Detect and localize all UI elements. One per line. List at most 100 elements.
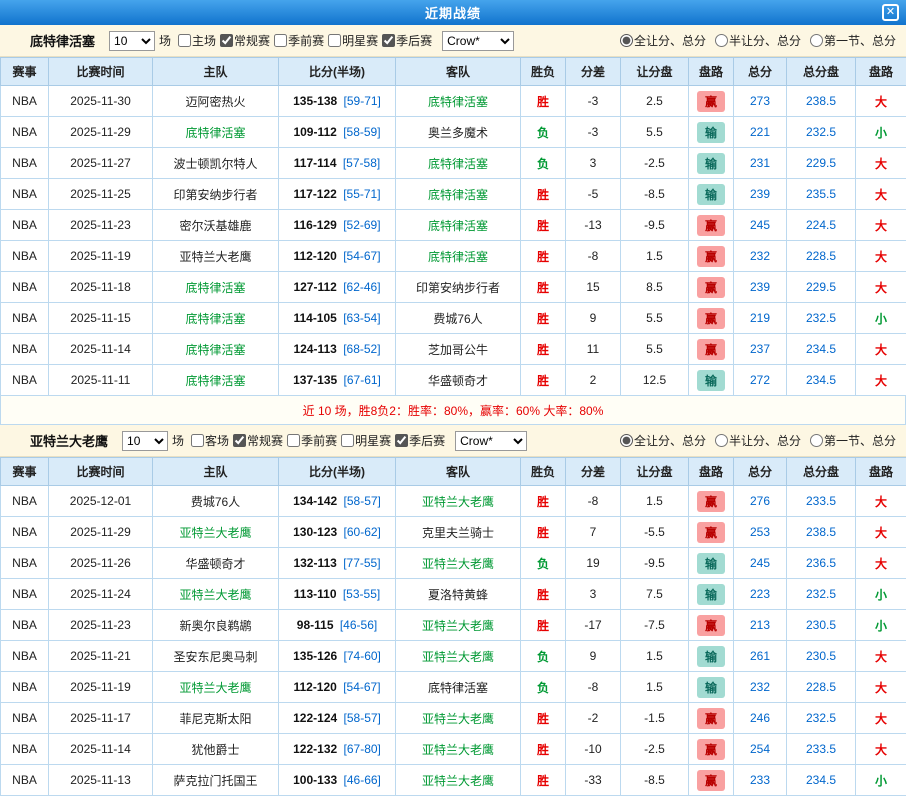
point-diff-cell: 3 [566, 579, 621, 610]
radio-option-0[interactable]: 全让分、总分 [620, 432, 706, 449]
radio-option-2[interactable]: 第一节、总分 [810, 432, 896, 449]
away-team-cell: 克里夫兰骑士 [396, 517, 521, 548]
total-line-cell: 224.5 [787, 210, 856, 241]
column-header: 客队 [396, 58, 521, 86]
filter-checkbox-1[interactable]: 常规赛 [220, 32, 270, 49]
stat-scope-radio-group: 全让分、总分半让分、总分第一节、总分 [620, 432, 896, 449]
home-team-cell: 亚特兰大老鹰 [153, 241, 279, 272]
point-diff-cell: -10 [566, 734, 621, 765]
point-diff-cell: 15 [566, 272, 621, 303]
filter-checkbox-0[interactable]: 客场 [191, 432, 229, 449]
filter-bar: 亚特兰大老鹰 10场客场常规赛季前赛明星赛季后赛 Crow* 全让分、总分半让分、总分… [0, 425, 906, 457]
game-row: NBA2025-11-15底特律活塞114-105 [63-54]费城76人胜9… [1, 303, 906, 334]
point-diff-cell: 7 [566, 517, 621, 548]
checkbox-input[interactable] [395, 434, 408, 447]
games-count-select[interactable]: 10 [109, 31, 155, 51]
date-cell: 2025-11-19 [49, 672, 153, 703]
date-cell: 2025-11-18 [49, 272, 153, 303]
over-under-cell: 小 [856, 610, 906, 641]
away-team-cell: 亚特兰大老鹰 [396, 734, 521, 765]
game-row: NBA2025-11-13萨克拉门托国王100-133 [46-66]亚特兰大老… [1, 765, 906, 796]
checkbox-label: 主场 [192, 32, 216, 49]
league-cell: NBA [1, 334, 49, 365]
radio-option-1[interactable]: 半让分、总分 [715, 32, 801, 49]
total-line-cell: 238.5 [787, 517, 856, 548]
final-score: 117-114 [294, 156, 337, 170]
checkbox-input[interactable] [233, 434, 246, 447]
radio-option-2[interactable]: 第一节、总分 [810, 32, 896, 49]
final-score: 98-115 [297, 618, 334, 632]
over-under-cell: 大 [856, 517, 906, 548]
filter-checkbox-3[interactable]: 明星赛 [328, 32, 378, 49]
final-score: 114-105 [293, 311, 336, 325]
game-row: NBA2025-11-23密尔沃基雄鹿116-129 [52-69]底特律活塞胜… [1, 210, 906, 241]
checkbox-input[interactable] [220, 34, 233, 47]
radio-input[interactable] [620, 434, 633, 447]
filter-checkbox-0[interactable]: 主场 [178, 32, 216, 49]
checkbox-input[interactable] [382, 34, 395, 47]
radio-input[interactable] [715, 434, 728, 447]
total-points-cell: 213 [734, 610, 787, 641]
games-count-select[interactable]: 10 [122, 431, 168, 451]
league-cell: NBA [1, 579, 49, 610]
over-under-cell: 大 [856, 272, 906, 303]
checkbox-input[interactable] [341, 434, 354, 447]
checkbox-input[interactable] [178, 34, 191, 47]
radio-label: 第一节、总分 [824, 32, 896, 49]
radio-input[interactable] [810, 434, 823, 447]
over-under-cell: 大 [856, 179, 906, 210]
filter-checkbox-2[interactable]: 季前赛 [274, 32, 324, 49]
radio-input[interactable] [810, 34, 823, 47]
sections-container: 底特律活塞10场主场常规赛季前赛明星赛季后赛Crow*全让分、总分半让分、总分第… [0, 25, 906, 796]
win-loss-cell: 胜 [521, 303, 566, 334]
handicap-result-badge: 输 [697, 677, 725, 698]
half-score: [68-52] [343, 342, 380, 356]
point-diff-cell: -3 [566, 117, 621, 148]
odds-company-select[interactable]: Crow* [455, 431, 527, 451]
home-team-cell: 萨克拉门托国王 [153, 765, 279, 796]
game-row: NBA2025-11-19亚特兰大老鹰112-120 [54-67]底特律活塞胜… [1, 241, 906, 272]
final-score: 127-112 [293, 280, 336, 294]
final-score: 135-138 [293, 94, 337, 108]
league-cell: NBA [1, 365, 49, 396]
filter-checkbox-1[interactable]: 常规赛 [233, 432, 283, 449]
total-line-cell: 229.5 [787, 148, 856, 179]
filter-checkbox-2[interactable]: 季前赛 [287, 432, 337, 449]
checkbox-input[interactable] [191, 434, 204, 447]
radio-input[interactable] [715, 34, 728, 47]
filter-checkbox-4[interactable]: 季后赛 [395, 432, 445, 449]
games-suffix-label: 场 [172, 432, 184, 449]
game-row: NBA2025-11-14犹他爵士122-132 [67-80]亚特兰大老鹰胜-… [1, 734, 906, 765]
half-score: [46-66] [344, 773, 381, 787]
checkbox-input[interactable] [274, 34, 287, 47]
team-name: 亚特兰大老鹰 [30, 431, 108, 450]
final-score: 134-142 [293, 494, 337, 508]
away-team-cell: 芝加哥公牛 [396, 334, 521, 365]
checkbox-input[interactable] [328, 34, 341, 47]
over-under-cell: 大 [856, 734, 906, 765]
away-team-cell: 亚特兰大老鹰 [396, 548, 521, 579]
radio-option-1[interactable]: 半让分、总分 [715, 432, 801, 449]
total-points-cell: 231 [734, 148, 787, 179]
close-icon[interactable]: ✕ [882, 4, 899, 21]
filter-checkbox-3[interactable]: 明星赛 [341, 432, 391, 449]
point-diff-cell: 2 [566, 365, 621, 396]
checkbox-label: 季后赛 [396, 32, 432, 49]
total-points-cell: 237 [734, 334, 787, 365]
final-score: 124-113 [293, 342, 336, 356]
radio-option-0[interactable]: 全让分、总分 [620, 32, 706, 49]
score-cell: 117-114 [57-58] [279, 148, 396, 179]
radio-input[interactable] [620, 34, 633, 47]
game-row: NBA2025-11-14底特律活塞124-113 [68-52]芝加哥公牛胜1… [1, 334, 906, 365]
handicap-result-cell: 输 [689, 641, 734, 672]
total-line-cell: 230.5 [787, 610, 856, 641]
column-header: 比赛时间 [49, 458, 153, 486]
filter-checkbox-4[interactable]: 季后赛 [382, 32, 432, 49]
checkbox-input[interactable] [287, 434, 300, 447]
half-score: [55-71] [343, 187, 380, 201]
league-cell: NBA [1, 610, 49, 641]
handicap-result-cell: 输 [689, 179, 734, 210]
half-score: [62-46] [343, 280, 380, 294]
total-points-cell: 219 [734, 303, 787, 334]
odds-company-select[interactable]: Crow* [442, 31, 514, 51]
